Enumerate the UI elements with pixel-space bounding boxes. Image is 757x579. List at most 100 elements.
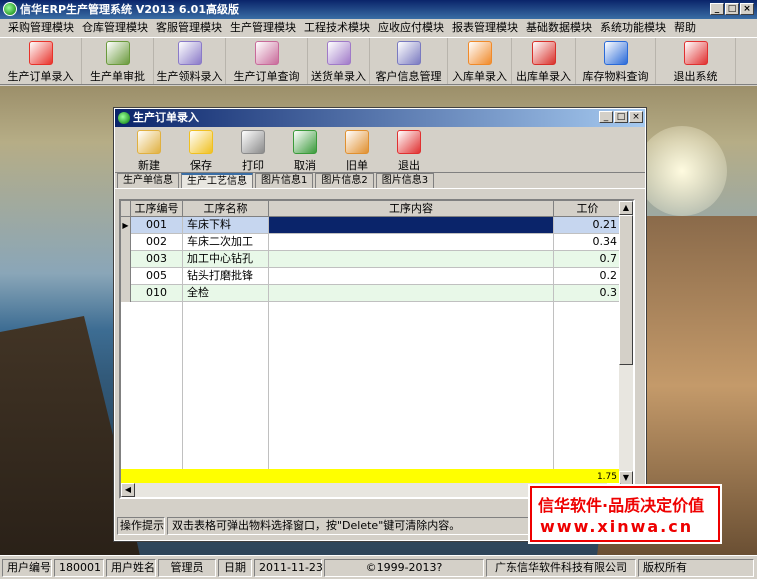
toolbar-button-3[interactable]: 生产订单查询 (226, 38, 308, 84)
table-row[interactable]: 005 钻头打磨批锋 0.2 (121, 268, 622, 285)
menu-item-4[interactable]: 工程技术模块 (300, 19, 374, 37)
child-close-button[interactable]: × (629, 111, 643, 123)
child-toolbar-button-2[interactable]: 打印 (227, 127, 279, 173)
table-row[interactable]: 010 全检 0.3 (121, 285, 622, 302)
column-header-1[interactable]: 工序名称 (183, 201, 269, 217)
cell-price[interactable]: 0.3 (554, 285, 622, 302)
toolbar-button-0[interactable]: 生产订单录入 (0, 38, 82, 84)
date-value: 2011-11-23 (254, 558, 323, 577)
cell-price[interactable]: 0.21 (554, 217, 622, 234)
toolbar-button-label: 入库单录入 (452, 70, 507, 83)
toolbar-button-label: 客户信息管理 (375, 70, 442, 83)
scroll-down-icon[interactable]: ▼ (619, 471, 633, 485)
column-header-3[interactable]: 工价 (554, 201, 622, 217)
tab-4[interactable]: 图片信息3 (375, 173, 435, 188)
cell-price[interactable]: 0.2 (554, 268, 622, 285)
scroll-left-icon[interactable]: ◀ (121, 483, 135, 497)
cell-name[interactable]: 车床二次加工 (183, 234, 269, 251)
document-user-icon (396, 41, 421, 65)
scroll-thumb[interactable] (619, 215, 633, 365)
scroll-up-icon[interactable]: ▲ (619, 201, 633, 215)
tab-3[interactable]: 图片信息2 (315, 173, 374, 188)
toolbar-button-4[interactable]: 送货单录入 (308, 38, 370, 84)
child-toolbar-label: 退出 (398, 159, 420, 172)
toolbar-button-6[interactable]: 入库单录入 (448, 38, 512, 84)
cell-code[interactable]: 002 (131, 234, 183, 251)
column-header-0[interactable]: 工序编号 (131, 201, 183, 217)
tab-2[interactable]: 图片信息1 (255, 173, 314, 188)
child-toolbar-label: 新建 (138, 159, 160, 172)
child-toolbar-button-4[interactable]: 旧单 (331, 127, 383, 173)
vertical-scrollbar[interactable]: ▲ ▼ (619, 201, 633, 485)
table-row[interactable]: 003 加工中心钻孔 0.7 (121, 251, 622, 268)
cell-content[interactable] (269, 217, 554, 234)
toolbar-button-label: 生产单审批 (90, 70, 145, 83)
cell-name[interactable]: 钻头打磨批锋 (183, 268, 269, 285)
toolbar-button-label: 生产订单查询 (233, 70, 300, 83)
table-row[interactable]: ▶ 001 车床下料 0.21 (121, 217, 622, 234)
toolbar-button-5[interactable]: 客户信息管理 (370, 38, 448, 84)
status-bar: 用户编号 180001 用户姓名 管理员 日期 2011-11-23 ©1999… (0, 555, 757, 579)
row-marker: ▶ (121, 217, 131, 234)
table-row[interactable]: 002 车床二次加工 0.34 (121, 234, 622, 251)
child-toolbar-button-0[interactable]: 新建 (123, 127, 175, 173)
child-maximize-button[interactable]: □ (614, 111, 628, 123)
toolbar-button-2[interactable]: 生产领料录入 (154, 38, 226, 84)
cell-code[interactable]: 010 (131, 285, 183, 302)
menu-item-1[interactable]: 仓库管理模块 (78, 19, 152, 37)
cell-code[interactable]: 001 (131, 217, 183, 234)
cell-content[interactable] (269, 251, 554, 268)
grid-corner (121, 201, 131, 217)
process-grid[interactable]: 工序编号 工序名称 工序内容 工价 ▶ 001 车床下料 0.21 002 车床二次加工 0.34 0… (119, 199, 635, 499)
cell-name[interactable]: 全检 (183, 285, 269, 302)
clipboard-icon (137, 130, 161, 154)
toolbar-button-8[interactable]: 库存物料查询 (576, 38, 656, 84)
power-icon (683, 41, 708, 65)
menu-item-0[interactable]: 采购管理模块 (4, 19, 78, 37)
cell-content[interactable] (269, 285, 554, 302)
power-icon (397, 130, 421, 154)
tab-1[interactable]: 生产工艺信息 (181, 173, 253, 188)
child-toolbar-button-3[interactable]: 取消 (279, 127, 331, 173)
cell-code[interactable]: 003 (131, 251, 183, 268)
cell-price[interactable]: 0.34 (554, 234, 622, 251)
toolbar-button-label: 生产订单录入 (7, 70, 74, 83)
grid-line (553, 302, 554, 482)
toolbar-button-7[interactable]: 出库单录入 (512, 38, 576, 84)
child-toolbar-button-1[interactable]: 保存 (175, 127, 227, 173)
menu-item-9[interactable]: 帮助 (670, 19, 700, 37)
cell-content[interactable] (269, 268, 554, 285)
document-edit-icon (177, 41, 202, 65)
menu-item-3[interactable]: 生产管理模块 (226, 19, 300, 37)
document-pen-icon (326, 41, 351, 65)
child-minimize-button[interactable]: _ (599, 111, 613, 123)
cell-name[interactable]: 加工中心钻孔 (183, 251, 269, 268)
tab-strip: 生产单信息 生产工艺信息 图片信息1 图片信息2 图片信息3 (115, 173, 645, 189)
cell-content[interactable] (269, 234, 554, 251)
cell-price[interactable]: 0.7 (554, 251, 622, 268)
row-marker (121, 268, 131, 285)
maximize-button[interactable]: □ (725, 3, 739, 15)
child-toolbar-button-5[interactable]: 退出 (383, 127, 435, 173)
menu-item-8[interactable]: 系统功能模块 (596, 19, 670, 37)
books-icon (345, 130, 369, 154)
column-header-2[interactable]: 工序内容 (269, 201, 554, 217)
menu-item-6[interactable]: 报表管理模块 (448, 19, 522, 37)
toolbar-button-1[interactable]: 生产单审批 (82, 38, 154, 84)
minimize-button[interactable]: _ (710, 3, 724, 15)
menu-item-2[interactable]: 客服管理模块 (152, 19, 226, 37)
cell-code[interactable]: 005 (131, 268, 183, 285)
menu-item-7[interactable]: 基础数据模块 (522, 19, 596, 37)
window-icon (118, 112, 130, 124)
main-toolbar: 生产订单录入 生产单审批 生产领料录入 生产订单查询 送货单录入 客户信息管理 入库单录入出… (0, 37, 757, 85)
menu-item-5[interactable]: 应收应付模块 (374, 19, 448, 37)
app-title: 信华ERP生产管理系统 V2013 6.01高级版 (20, 3, 239, 16)
pdf-icon (28, 41, 53, 65)
hint-label: 操作提示 (117, 517, 165, 535)
close-button[interactable]: × (740, 3, 754, 15)
toolbar-button-9[interactable]: 退出系统 (656, 38, 736, 84)
copyright: ©1999-2013? (324, 558, 484, 577)
tab-0[interactable]: 生产单信息 (117, 173, 179, 188)
flower-icon (467, 41, 492, 65)
cell-name[interactable]: 车床下料 (183, 217, 269, 234)
